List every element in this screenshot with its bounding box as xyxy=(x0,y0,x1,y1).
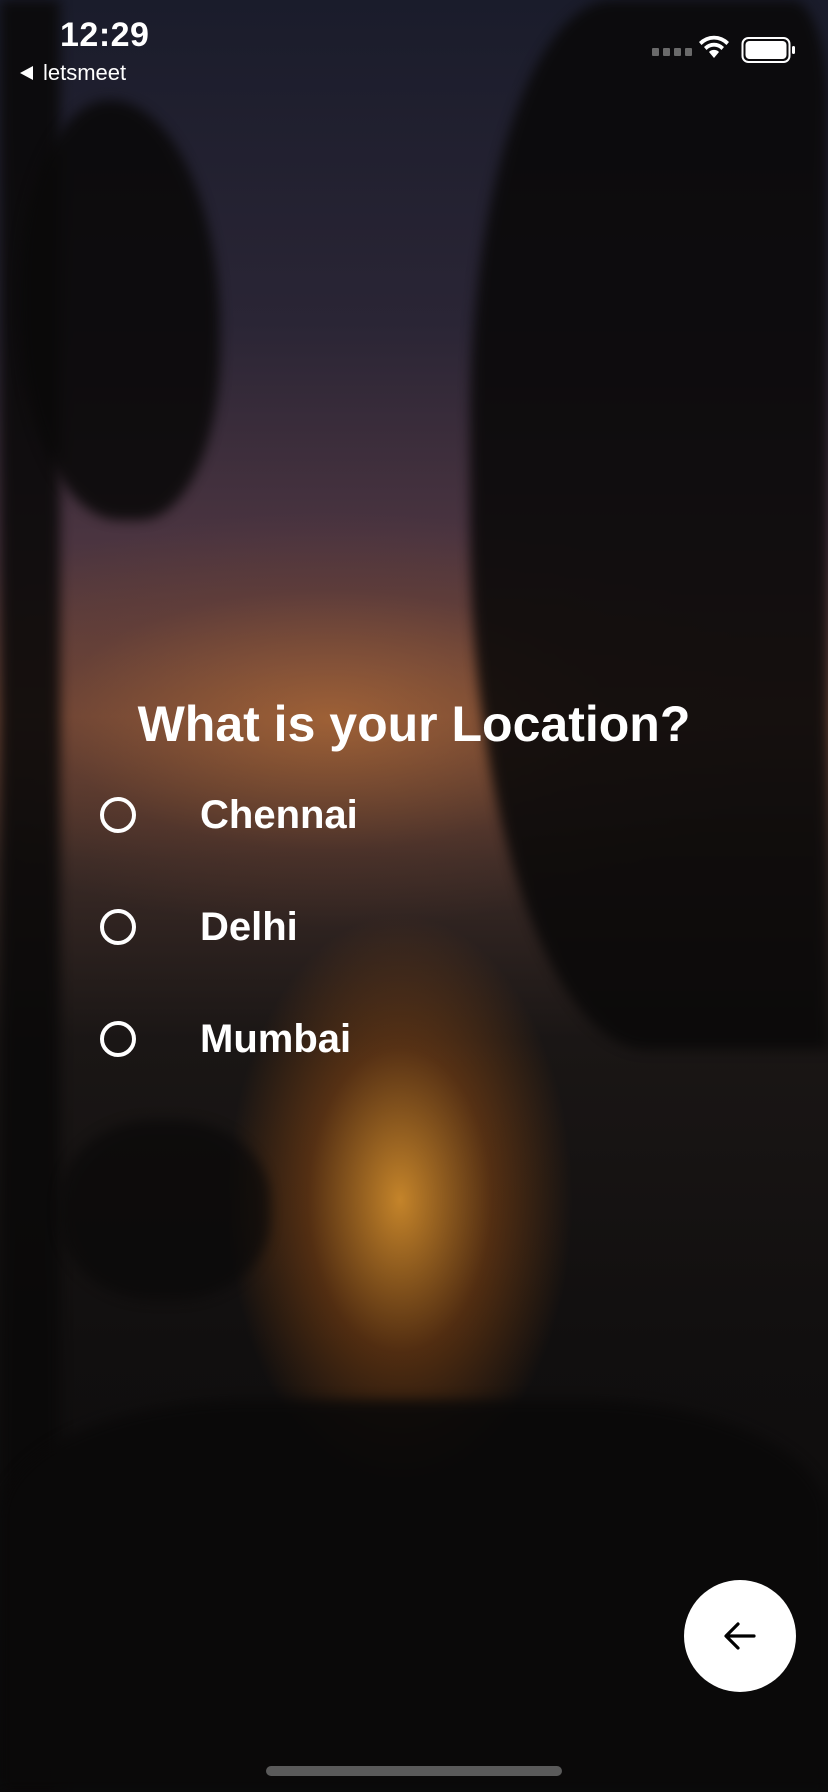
background-tree-canopy xyxy=(20,100,220,520)
battery-icon xyxy=(741,37,795,63)
back-triangle-icon xyxy=(20,66,33,80)
back-button[interactable] xyxy=(684,1580,796,1692)
radio-button[interactable] xyxy=(100,1021,136,1057)
wifi-icon xyxy=(699,35,729,58)
option-label: Delhi xyxy=(200,904,298,949)
back-to-app-link[interactable]: letsmeet xyxy=(20,60,126,86)
status-time: 12:29 xyxy=(60,16,150,54)
home-indicator[interactable] xyxy=(266,1766,562,1776)
status-bar: 12:29 letsmeet xyxy=(0,0,828,96)
arrow-left-icon xyxy=(724,1622,756,1650)
question-title: What is your Location? xyxy=(137,696,691,752)
back-app-label: letsmeet xyxy=(43,60,127,85)
radio-button[interactable] xyxy=(100,909,136,945)
option-mumbai[interactable]: Mumbai xyxy=(100,1004,500,1074)
radio-button[interactable] xyxy=(100,797,136,833)
option-delhi[interactable]: Delhi xyxy=(100,892,500,962)
background-rock xyxy=(60,1120,270,1300)
option-label: Chennai xyxy=(200,792,358,837)
cellular-signal-icon xyxy=(652,48,692,56)
screen: 12:29 letsmeet What is your Location? Ch… xyxy=(0,0,828,1792)
background-tree-right xyxy=(470,0,828,1050)
option-label: Mumbai xyxy=(200,1016,352,1061)
option-chennai[interactable]: Chennai xyxy=(100,780,500,850)
